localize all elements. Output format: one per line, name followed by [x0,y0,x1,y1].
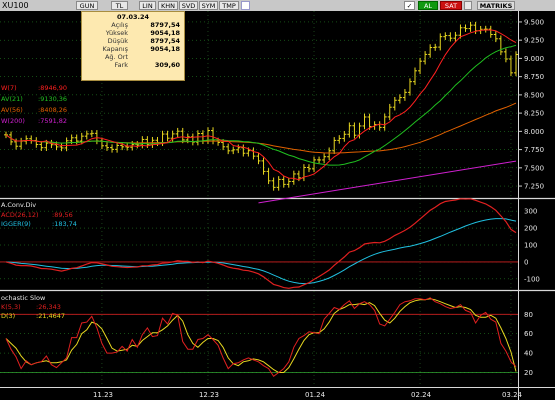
info-label: Yüksek [105,29,128,37]
stoch-k-line [5,297,517,378]
matriks-logo: MATRIKS [477,1,515,10]
macd-trigger-line [5,218,517,285]
date-axis-label: 02.24 [411,391,432,399]
sell-button[interactable]: SAT [440,1,462,10]
info-value: 309,60 [154,61,180,69]
stoch-axis-label: 60 [524,330,533,338]
price-axis-label: 8.250 [524,110,544,118]
info-row-open: Açılış 8797,54 [82,21,184,29]
price-axis-label: 7.250 [524,183,544,191]
price-axis-label: 7.500 [524,164,544,172]
buy-button[interactable]: AL [418,1,438,10]
info-value: 9054,18 [150,29,180,37]
price-axis-label: 8.500 [524,91,544,99]
tmp-button[interactable]: TMP [219,1,239,10]
trigger-legend-label: IGGER(9) [1,220,31,228]
trigger-legend-value: :183,74 [52,220,77,228]
svd-button[interactable]: SVD [179,1,198,10]
ma-legend-label: AV(21) [1,95,23,103]
date-axis-label: 11.23 [93,391,113,399]
info-value: 8797,54 [150,37,180,45]
info-label: Ağ. Ort [104,53,128,61]
date-axis-label: 01.24 [305,391,326,399]
macd-legend-value: :89,56 [52,211,73,219]
stoch-k-legend-value: :26,343 [36,303,61,311]
macd-title: A.Conv.Div [1,201,36,209]
macd-axis-label: 100 [524,242,537,250]
date-axis-label: 03.24 [502,391,523,399]
stoch-axis-label: 40 [524,350,533,358]
stoch-d-legend-value: :21,4647 [36,312,65,320]
info-value: 9054,18 [150,45,180,53]
macd-axis-label: 0 [524,258,528,266]
price-axis-label: 7.750 [524,146,544,154]
ma-legend-value: :9130,36 [38,95,67,103]
period-day-button[interactable]: GUN [76,1,98,10]
info-row-low: Düşük 8797,54 [82,37,184,45]
dropdown-arrow-icon[interactable] [464,1,472,10]
ma-legend-value: :8946,90 [38,84,67,92]
symbol-title: XU100 [2,1,29,10]
checkbox[interactable]: ✓ [404,1,415,10]
ma-legend-label: W(200) [1,117,25,125]
macd-axis-label: 300 [524,208,537,216]
date-axis-label: 12.23 [199,391,219,399]
stoch-k-legend-label: K(5,3) [1,303,21,311]
stoch-d-line [5,298,517,373]
ma56-line [5,102,517,154]
info-value: 8797,54 [150,21,180,29]
price-axis-label: 9.500 [524,18,544,26]
info-row-close: Kapanış 9054,18 [82,45,184,53]
ma-legend-value: :8408,26 [38,106,67,114]
info-row-high: Yüksek 9054,18 [82,29,184,37]
sym-button[interactable]: SYM [199,1,218,10]
info-row-change: Fark 309,60 [82,61,184,69]
ma-legend-value: :7591,82 [38,117,67,125]
twitter-icon[interactable] [241,1,250,10]
ohlc-info-box: 07.03.24 Açılış 8797,54 Yüksek 9054,18 Düş… [81,11,185,81]
info-label: Açılış [111,21,128,29]
price-axis-label: 8.750 [524,73,544,81]
toolbar: XU100 GUN TL LIN KHN SVD SYM TMP ✓ AL SA… [0,0,555,11]
info-label: Fark [114,61,128,69]
price-axis-label: 9.000 [524,55,544,63]
info-row-wavg: Ağ. Ort [82,53,184,61]
khn-button[interactable]: KHN [158,1,178,10]
linear-scale-button[interactable]: LIN [139,1,156,10]
price-axis-label: 9.250 [524,37,544,45]
macd-axis-label: 200 [524,225,537,233]
stoch-axis-label: 20 [524,369,533,377]
stoch-d-legend-label: D(3) [1,312,15,320]
stoch-title: ochastic Slow [1,294,46,302]
info-date: 07.03.24 [116,13,150,21]
ma-legend-label: AV(56) [1,106,23,114]
currency-tl-button[interactable]: TL [111,1,128,10]
ma-legend-label: W(7) [1,84,17,92]
info-label: Düşük [107,37,128,45]
stoch-axis-label: 80 [524,311,533,319]
ma200-line [258,160,517,204]
macd-line [5,198,517,289]
macd-axis-label: -100 [524,275,540,283]
macd-legend-label: ACD(26,12) [1,211,39,219]
info-label: Kapanış [102,45,128,53]
price-axis-label: 8.000 [524,128,544,136]
